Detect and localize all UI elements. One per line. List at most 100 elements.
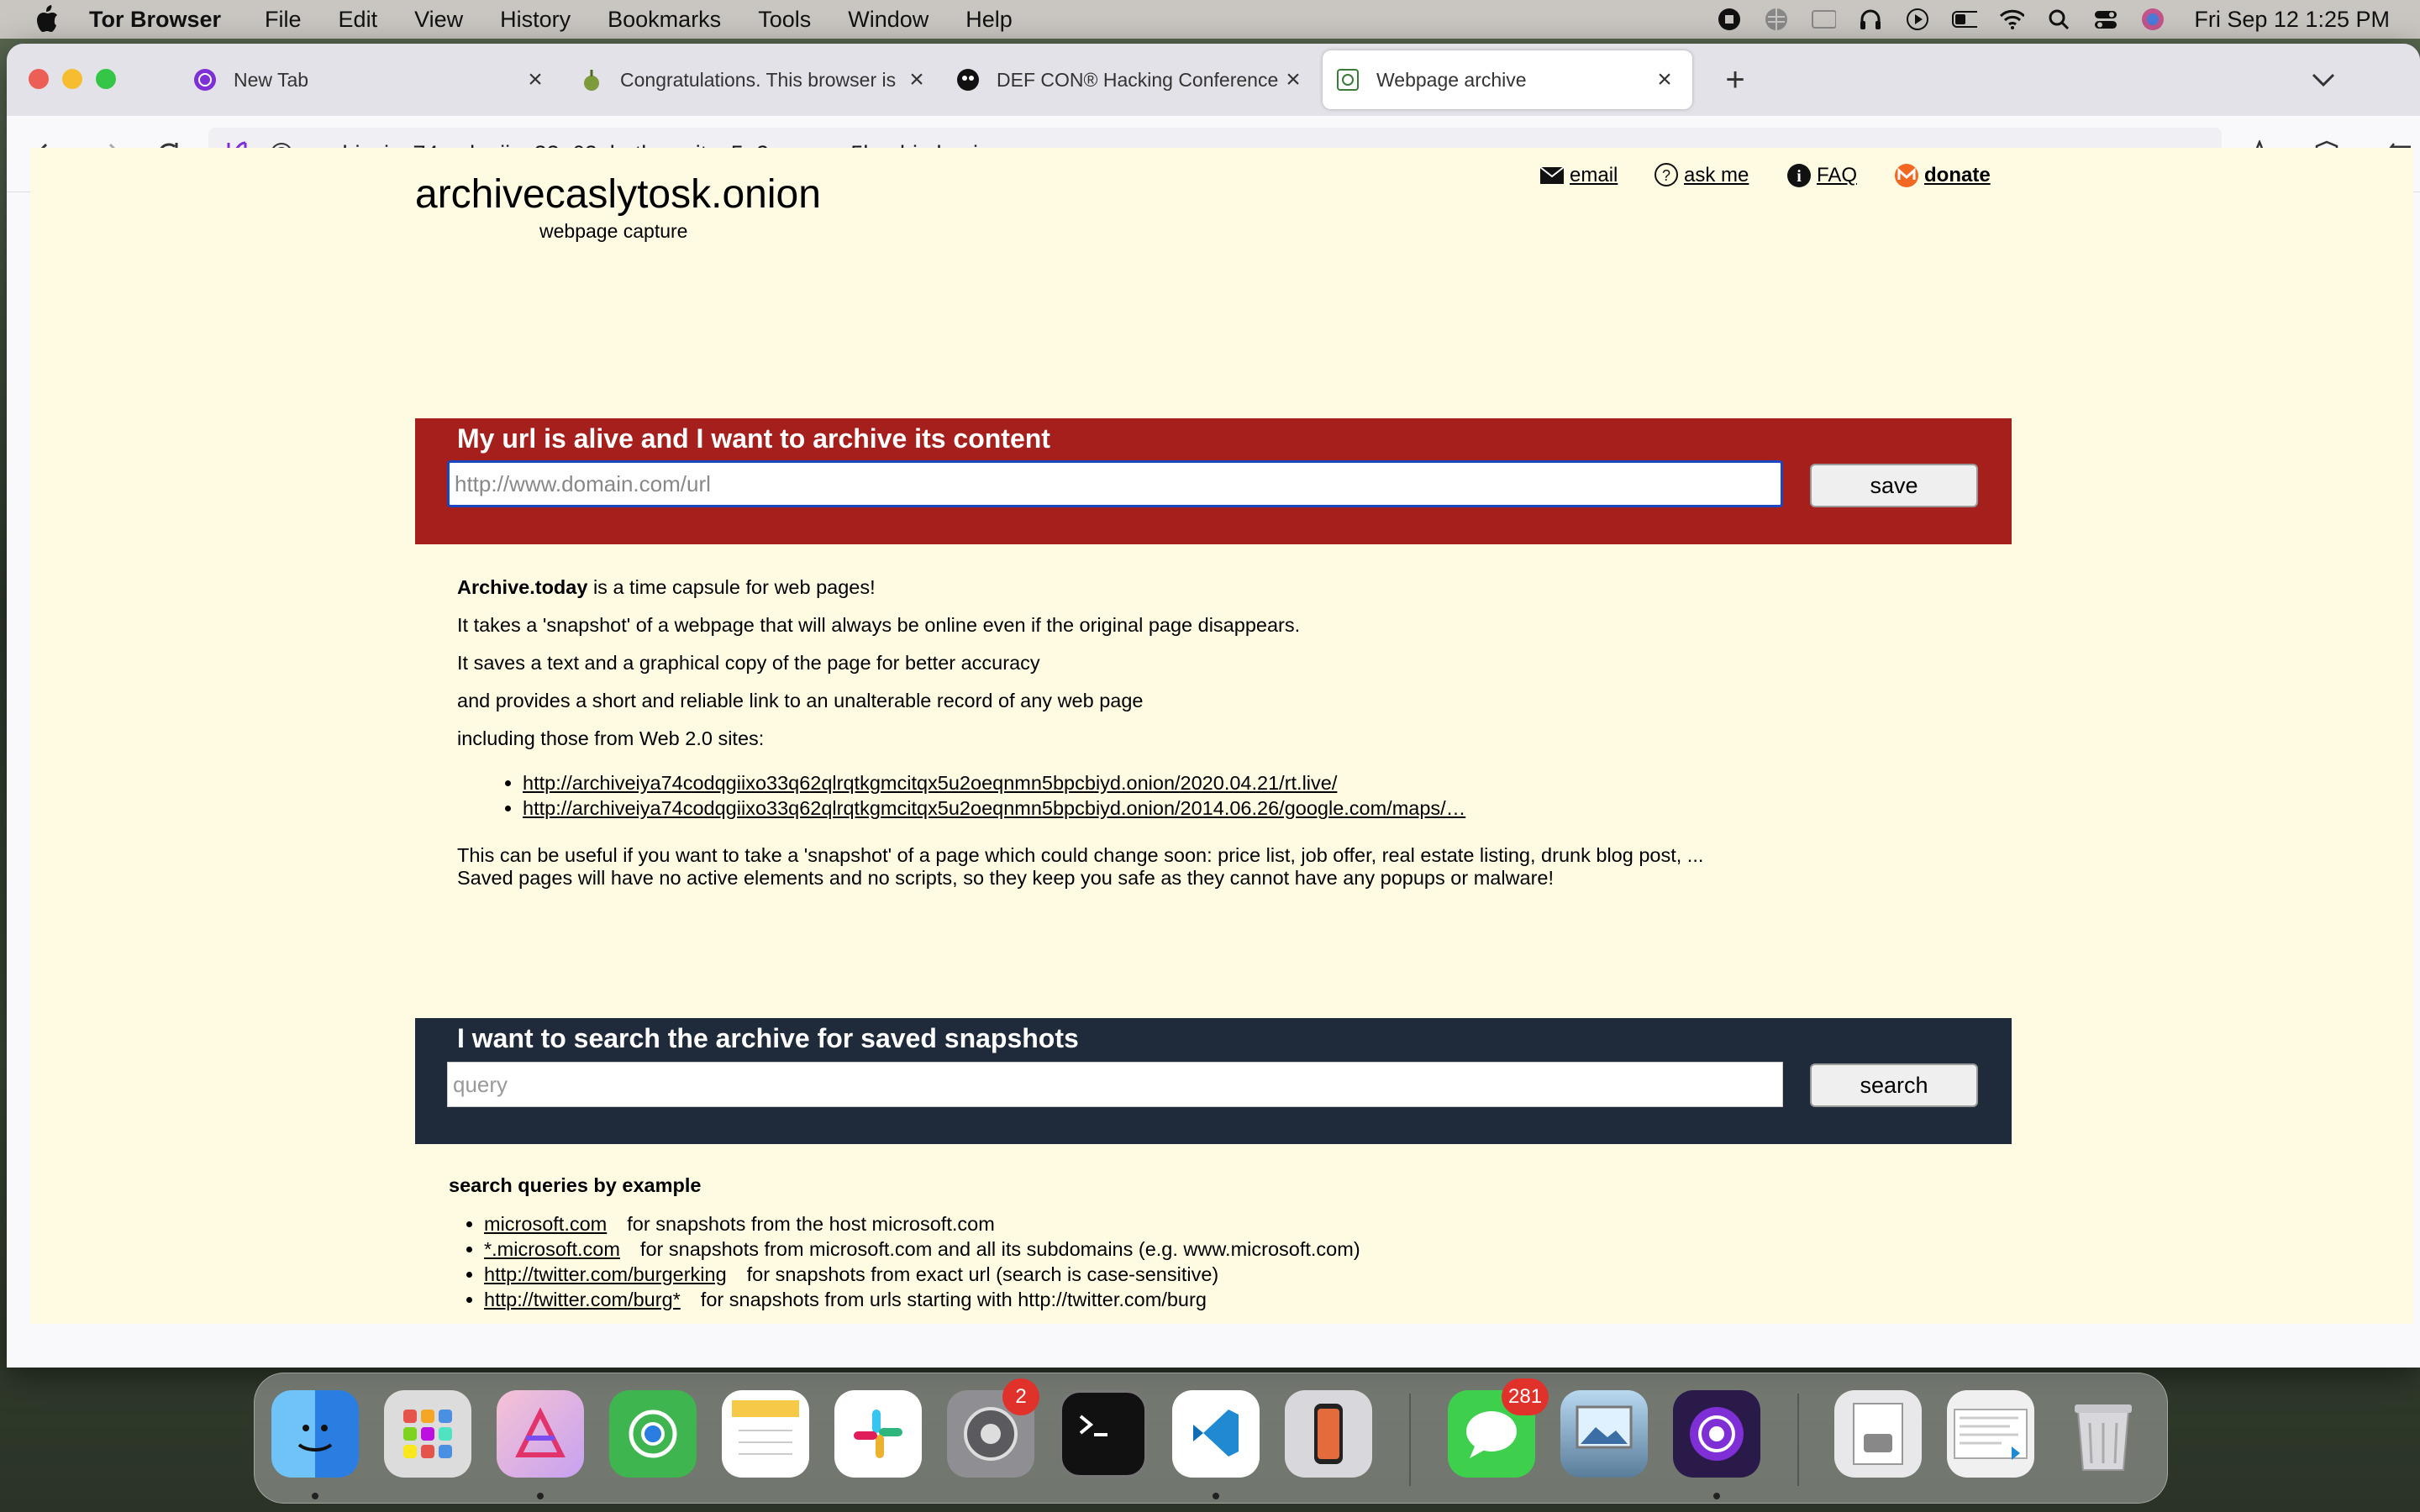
battery-icon[interactable] — [1952, 7, 1978, 32]
search-button[interactable]: search — [1810, 1063, 1978, 1107]
play-icon[interactable] — [1905, 7, 1930, 32]
menu-view[interactable]: View — [414, 7, 463, 33]
ask-me-link-text[interactable]: ask me — [1684, 164, 1749, 187]
finder-icon[interactable] — [271, 1390, 359, 1478]
about-note: This can be useful if you want to take a… — [457, 844, 1970, 890]
save-panel-heading: My url is alive and I want to archive it… — [457, 423, 1050, 454]
close-icon[interactable]: × — [904, 66, 929, 93]
wifi-icon[interactable] — [1999, 7, 2025, 32]
menu-window[interactable]: Window — [848, 7, 929, 33]
status-area: Fri Sep 12 1:25 PM — [1695, 0, 2390, 39]
list-item: http://archiveiya74codqgiixo33q62qlrqtkg… — [523, 772, 1970, 797]
donate-link-text[interactable]: donate — [1924, 164, 1991, 187]
siri-icon[interactable] — [2140, 7, 2165, 32]
search-examples: search queries by example microsoft.com f… — [449, 1174, 1360, 1314]
dock: 2 281 — [254, 1373, 2168, 1504]
site-subtitle: webpage capture — [539, 220, 688, 242]
search-input[interactable] — [447, 1062, 1783, 1107]
svg-text:i: i — [1797, 167, 1802, 186]
new-tab-button[interactable]: + — [1716, 60, 1754, 99]
close-icon[interactable]: × — [523, 66, 548, 93]
system-settings-badge: 2 — [1002, 1378, 1039, 1415]
slack-icon[interactable] — [834, 1390, 922, 1478]
url-input[interactable] — [447, 460, 1783, 507]
search-examples-heading: search queries by example — [449, 1174, 702, 1196]
about-note-line-1: This can be useful if you want to take a… — [457, 844, 1704, 866]
trash-icon[interactable] — [2060, 1390, 2147, 1478]
affinity-icon[interactable] — [497, 1390, 584, 1478]
list-all-tabs-chevron-icon[interactable] — [2304, 60, 2343, 99]
menubar-clock[interactable]: Fri Sep 12 1:25 PM — [2194, 7, 2390, 33]
menu-history[interactable]: History — [500, 7, 571, 33]
terminal-icon[interactable] — [1060, 1390, 1147, 1478]
tor-browser-dock-icon[interactable] — [1673, 1390, 1760, 1478]
close-icon[interactable]: × — [1652, 66, 1677, 93]
list-item: *.microsoft.com for snapshots from micros… — [484, 1238, 1360, 1263]
save-button[interactable]: save — [1810, 464, 1978, 507]
email-link[interactable]: email — [1538, 161, 1618, 190]
envelope-icon — [1538, 161, 1566, 190]
menu-app-name[interactable]: Tor Browser — [89, 7, 221, 33]
minimize-window-button[interactable] — [62, 69, 82, 89]
onion-icon — [580, 68, 603, 92]
menu-tools[interactable]: Tools — [758, 7, 811, 33]
example-description: for snapshots from urls starting with ht… — [700, 1289, 1207, 1310]
search-panel-heading: I want to search the archive for saved s… — [457, 1023, 1079, 1053]
stop-recording-icon[interactable] — [1717, 7, 1742, 32]
control-center-icon[interactable] — [2093, 7, 2118, 32]
list-item: microsoft.com for snapshots from the host… — [484, 1213, 1360, 1238]
faq-link[interactable]: i FAQ — [1785, 161, 1857, 190]
close-window-button[interactable] — [29, 69, 49, 89]
page-content: archivecaslytosk.onion webpage capture e… — [30, 148, 2413, 1324]
menu-bookmarks[interactable]: Bookmarks — [608, 7, 721, 33]
info-icon: i — [1785, 161, 1813, 190]
donate-link[interactable]: donate — [1892, 161, 1991, 190]
tab-congratulations[interactable]: Congratulations. This browser is × — [580, 50, 933, 109]
menu-help[interactable]: Help — [965, 7, 1013, 33]
defcon-icon — [956, 68, 980, 92]
tab-defcon[interactable]: DEF CON® Hacking Conference × — [956, 50, 1309, 109]
example-description: for snapshots from microsoft.com and all… — [639, 1238, 1360, 1260]
globe-icon[interactable] — [1764, 7, 1789, 32]
example-description: for snapshots from the host microsoft.co… — [627, 1213, 995, 1235]
disk-image-icon[interactable] — [1834, 1390, 1922, 1478]
list-item: http://archiveiya74codqgiixo33q62qlrqtkg… — [523, 797, 1970, 822]
ask-me-link[interactable]: ? ask me — [1652, 161, 1749, 190]
question-bubble-icon: ? — [1652, 161, 1681, 190]
messages-badge: 281 — [1502, 1378, 1549, 1415]
example-links-list: http://archiveiya74codqgiixo33q62qlrqtkg… — [457, 772, 1970, 822]
about-line-3: It saves a text and a graphical copy of … — [457, 652, 1040, 674]
find-my-icon[interactable] — [609, 1390, 697, 1478]
notes-icon[interactable] — [722, 1390, 809, 1478]
about-line-2: It takes a 'snapshot' of a webpage that … — [457, 614, 1301, 636]
headphones-icon[interactable] — [1858, 7, 1883, 32]
tab-new-tab[interactable]: New Tab × — [193, 50, 563, 109]
example-query-link[interactable]: http://twitter.com/burgerking — [484, 1263, 727, 1285]
apple-icon[interactable] — [30, 3, 64, 36]
menu-edit[interactable]: Edit — [339, 7, 378, 33]
tor-browser-icon — [193, 68, 217, 92]
example-query-link[interactable]: *.microsoft.com — [484, 1238, 620, 1260]
about-line-4: and provides a short and reliable link t… — [457, 690, 1144, 711]
faq-link-text[interactable]: FAQ — [1817, 164, 1857, 187]
save-panel: My url is alive and I want to archive it… — [415, 418, 2012, 544]
spotlight-search-icon[interactable] — [2046, 7, 2071, 32]
tab-label: Webpage archive — [1376, 68, 1527, 91]
email-link-text[interactable]: email — [1570, 164, 1618, 187]
recent-document-icon[interactable] — [1947, 1390, 2034, 1478]
display-icon[interactable] — [1811, 7, 1837, 32]
example-link[interactable]: http://archiveiya74codqgiixo33q62qlrqtkg… — [523, 772, 1337, 794]
iphone-mirroring-icon[interactable] — [1285, 1390, 1372, 1478]
vscode-icon[interactable] — [1172, 1390, 1260, 1478]
preview-icon[interactable] — [1560, 1390, 1648, 1478]
zoom-window-button[interactable] — [96, 69, 116, 89]
example-query-link[interactable]: microsoft.com — [484, 1213, 607, 1235]
menu-file[interactable]: File — [265, 7, 302, 33]
example-link[interactable]: http://archiveiya74codqgiixo33q62qlrqtkg… — [523, 797, 1465, 819]
launchpad-icon[interactable] — [384, 1390, 471, 1478]
tab-webpage-archive[interactable]: Webpage archive × — [1323, 50, 1692, 109]
close-icon[interactable]: × — [1281, 66, 1306, 93]
example-query-link[interactable]: http://twitter.com/burg* — [484, 1289, 681, 1310]
tab-bar: New Tab × Congratulations. This browser … — [7, 44, 2420, 116]
about-line-1: Archive.today is a time capsule for web … — [457, 576, 1970, 614]
